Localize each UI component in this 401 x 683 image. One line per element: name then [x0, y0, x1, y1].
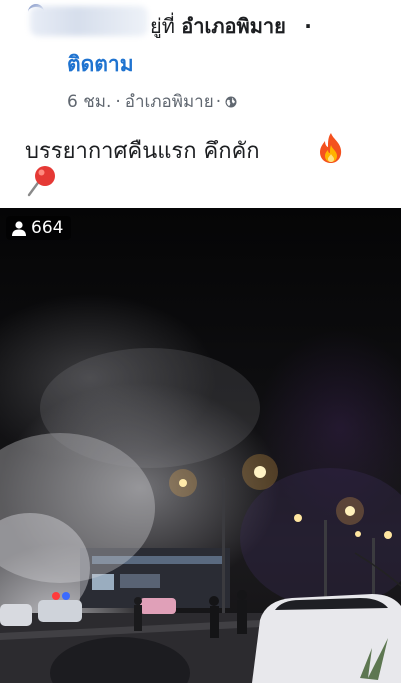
person-icon — [12, 220, 26, 236]
location-link[interactable]: อำเภอพิมาย — [181, 14, 286, 38]
night-street-scene — [0, 348, 401, 683]
separator-dot: · — [304, 14, 312, 38]
video-player[interactable]: 664 — [0, 208, 401, 683]
location-prefix: ยู่ที่ — [150, 14, 175, 38]
post-meta: 6 ชม. · อำเภอพิมาย · — [67, 88, 237, 115]
follow-button[interactable]: ติดตาม — [67, 48, 134, 81]
meta-location[interactable]: อำเภอพิมาย — [125, 88, 214, 115]
viewer-count: 664 — [31, 218, 64, 238]
post-text: บรรยากาศคืนแรก คึกคัก — [25, 139, 260, 164]
fire-icon — [320, 133, 342, 163]
meta-separator: · — [115, 91, 121, 112]
post-header: ยู่ที่ อำเภอพิมาย · ติดตาม 6 ชม. · อำเภอ… — [0, 0, 401, 208]
pushpin-icon — [27, 166, 55, 197]
location-line: ยู่ที่ อำเภอพิมาย · — [150, 10, 312, 42]
meta-separator: · — [215, 91, 222, 112]
blurred-author-name[interactable] — [30, 6, 148, 36]
viewer-count-badge: 664 — [6, 216, 72, 240]
timestamp[interactable]: 6 ชม. — [67, 88, 111, 115]
globe-icon — [225, 96, 237, 107]
